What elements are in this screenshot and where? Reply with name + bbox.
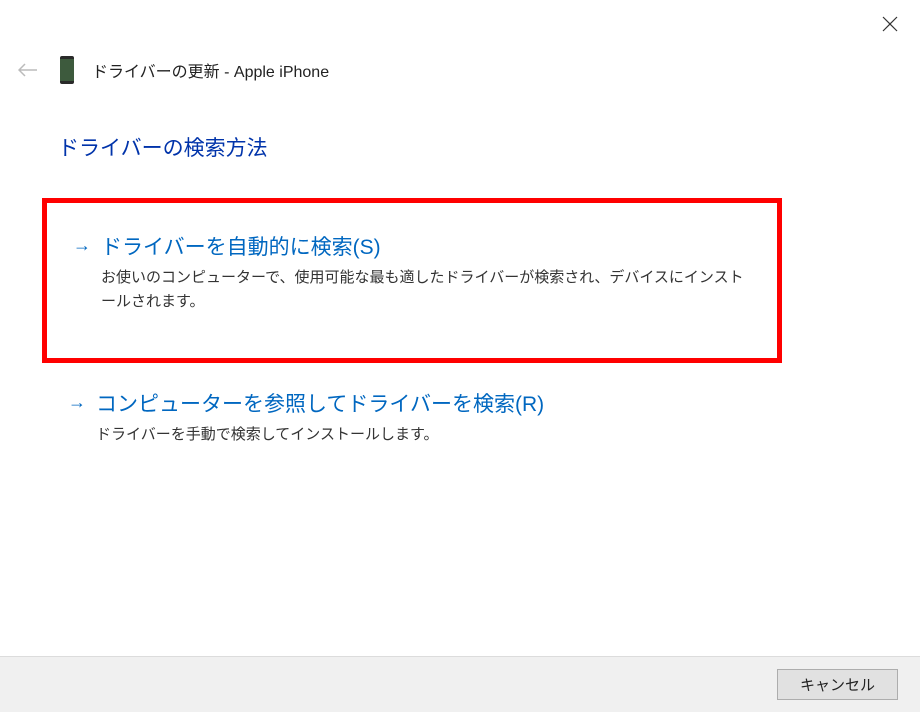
page-heading: ドライバーの検索方法 [58,132,268,162]
option-auto-search[interactable]: → ドライバーを自動的に検索(S) お使いのコンピューターで、使用可能な最も適し… [42,198,782,363]
arrow-right-icon: → [68,392,86,413]
back-button[interactable] [16,58,40,82]
option-description: お使いのコンピューターで、使用可能な最も適したドライバーが検索され、デバイスにイ… [101,266,755,314]
option-browse-search[interactable]: → コンピューターを参照してドライバーを検索(R) ドライバーを手動で検索してイ… [42,380,782,467]
close-icon [882,16,898,32]
option-description: ドライバーを手動で検索してインストールします。 [96,423,760,447]
close-button[interactable] [878,12,902,36]
window-title: ドライバーの更新 - Apple iPhone [92,58,329,82]
arrow-right-icon: → [73,235,91,256]
cancel-button[interactable]: キャンセル [777,669,898,700]
option-title: コンピューターを参照してドライバーを検索(R) [96,390,760,419]
phone-icon [60,56,74,84]
back-arrow-icon [18,63,38,77]
footer: キャンセル [0,656,920,712]
header: ドライバーの更新 - Apple iPhone [16,56,329,84]
option-title: ドライバーを自動的に検索(S) [101,233,755,262]
